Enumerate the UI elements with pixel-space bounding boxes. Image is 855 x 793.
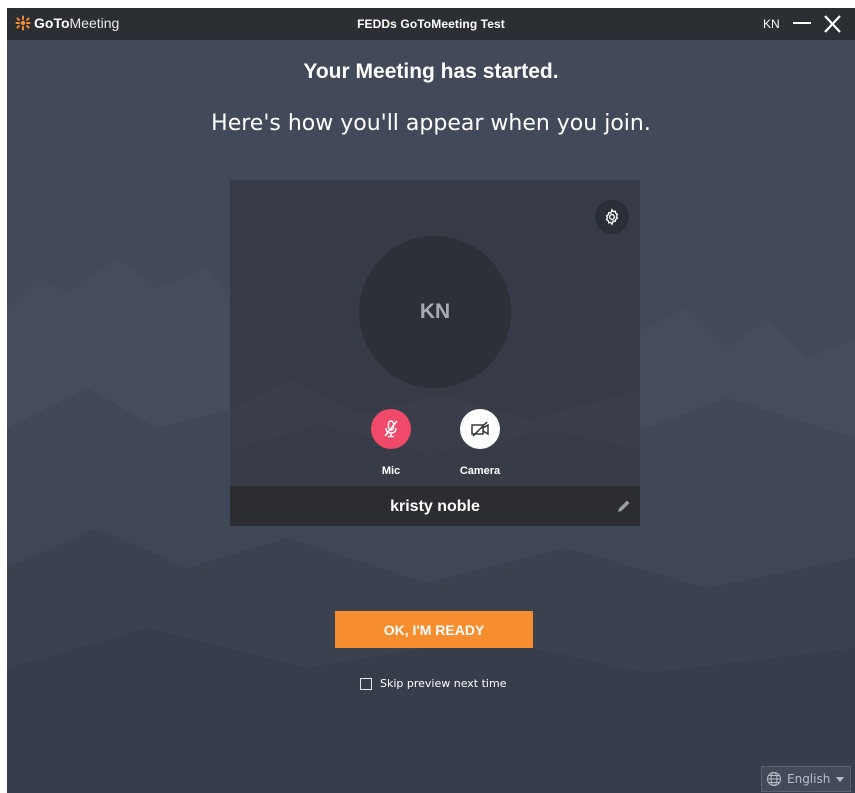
- window-title: FEDDs GoToMeeting Test: [357, 17, 505, 31]
- globe-icon: [767, 772, 781, 786]
- display-name-bar: kristy noble: [230, 486, 640, 526]
- chevron-down-icon: [836, 776, 845, 782]
- video-preview-card: KN Mic Camera kristy noble: [230, 180, 640, 526]
- avatar-initials: KN: [419, 300, 451, 323]
- camera-label: Camera: [459, 465, 501, 477]
- language-select[interactable]: English: [761, 766, 851, 792]
- ready-button[interactable]: OK, I'M READY: [335, 611, 533, 648]
- settings-button[interactable]: [595, 200, 629, 234]
- display-name: kristy noble: [390, 498, 480, 515]
- minimize-button[interactable]: [793, 22, 811, 24]
- app-window: GoTo Meeting FEDDs GoToMeeting Test KN Yo…: [7, 8, 855, 793]
- skip-preview-option[interactable]: Skip preview next time: [360, 677, 506, 690]
- skip-preview-checkbox[interactable]: [360, 677, 372, 690]
- pencil-icon[interactable]: [616, 498, 632, 514]
- user-initials-badge[interactable]: KN: [763, 17, 780, 31]
- camera-off-icon: [471, 421, 489, 437]
- mic-toggle-button[interactable]: [371, 409, 411, 449]
- avatar: KN: [359, 236, 511, 388]
- language-label: English: [787, 772, 831, 786]
- skip-preview-label[interactable]: Skip preview next time: [380, 677, 506, 690]
- mic-off-icon: [384, 420, 398, 438]
- gear-icon: [605, 208, 619, 226]
- page-title: Your Meeting has started.: [303, 60, 559, 83]
- mic-label: Mic: [381, 465, 401, 477]
- close-icon[interactable]: [821, 14, 843, 34]
- page-subtitle: Here's how you'll appear when you join.: [211, 111, 651, 136]
- camera-toggle-button[interactable]: [460, 409, 500, 449]
- title-bar: GoTo Meeting FEDDs GoToMeeting Test KN: [7, 8, 855, 40]
